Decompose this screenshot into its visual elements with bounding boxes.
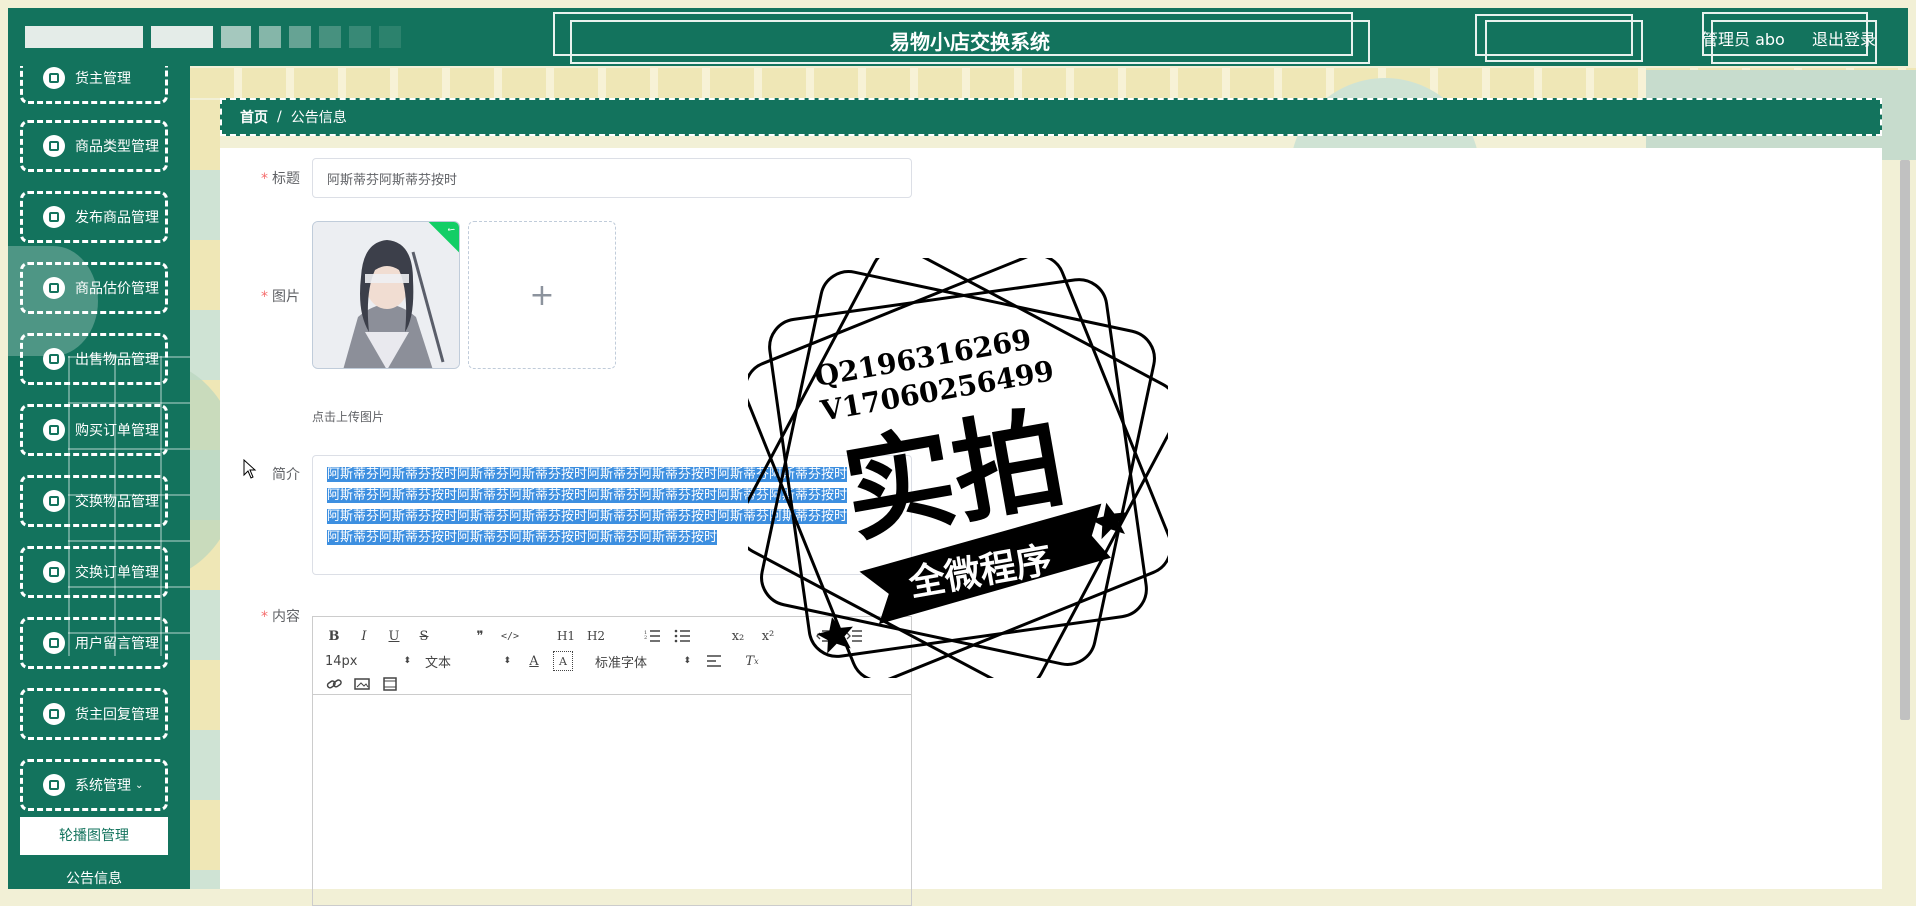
subscript-button[interactable]: x₂ [729, 627, 747, 645]
intro-label: 简介 [272, 467, 300, 483]
grid-icon [43, 419, 65, 441]
page-scrollbar[interactable] [1900, 160, 1910, 720]
sidebar-item-replies[interactable]: 货主回复管理 [20, 688, 168, 740]
plus-icon: + [529, 277, 555, 313]
sidebar-subitem-notice[interactable]: 公告信息 [20, 860, 168, 889]
watermark-stamp: Q2196316269 V17060256499 实拍 全微程序 [736, 246, 1180, 690]
upload-image-button[interactable]: + [468, 221, 616, 369]
sidebar-subitem-carousel[interactable]: 轮播图管理 [20, 817, 168, 855]
strike-button[interactable]: S [415, 627, 433, 645]
card-icon [43, 561, 65, 583]
sidebar-item-valuation[interactable]: 商品估价管理 [20, 262, 168, 314]
underline-button[interactable]: U [385, 627, 403, 645]
title-label: * 标题 [261, 171, 300, 187]
select-caret-icon: ⬍ [683, 656, 691, 666]
breadcrumb: 首页 / 公告信息 [220, 98, 1882, 136]
chart-icon [43, 206, 65, 228]
sidebar-item-exchange-orders[interactable]: 交换订单管理 [20, 546, 168, 598]
user-icon [43, 67, 65, 89]
sidebar-item-category[interactable]: 商品类型管理 [20, 120, 168, 172]
sidebar-item-label: 用户留言管理 [75, 636, 159, 652]
app-title: 易物小店交换系统 [890, 30, 1050, 54]
font-size-select[interactable]: 14px ⬍ [325, 654, 411, 669]
bold-button[interactable]: B [325, 627, 343, 645]
bullet-list-icon[interactable] [673, 627, 691, 645]
h2-button[interactable]: H2 [587, 627, 605, 645]
gear-icon [43, 774, 65, 796]
required-mark: * [261, 609, 268, 625]
header-frame-2 [1485, 20, 1643, 62]
align-icon[interactable] [705, 652, 723, 670]
sidebar-item-owner[interactable]: 货主管理 [20, 66, 168, 104]
sidebar-item-label: 货主回复管理 [75, 707, 159, 723]
sidebar-item-label: 发布商品管理 [75, 210, 159, 226]
sidebar-item-publish[interactable]: 发布商品管理 [20, 191, 168, 243]
code-button[interactable]: </> [501, 627, 519, 645]
required-mark: * [261, 171, 268, 187]
portrait-image [313, 222, 459, 368]
background-color-icon[interactable]: A [553, 651, 573, 671]
italic-button[interactable]: I [355, 627, 373, 645]
h1-button[interactable]: H1 [557, 627, 575, 645]
link-icon[interactable] [325, 675, 343, 693]
sidebar-item-label: 交换订单管理 [75, 565, 159, 581]
tag-icon [43, 135, 65, 157]
chevron-down-icon: ⌄ [135, 779, 144, 791]
sidebar: 货主管理 商品类型管理 发布商品管理 商品估价管理 出售物品管理 购买订单管理 … [8, 66, 190, 889]
required-mark: * [261, 289, 268, 305]
breadcrumb-current: 公告信息 [290, 110, 347, 126]
sidebar-item-label: 交换物品管理 [75, 494, 159, 510]
logo-placeholder [25, 26, 401, 48]
sidebar-item-system[interactable]: 系统管理 ⌄ [20, 759, 168, 811]
toolbar-row-3 [325, 675, 399, 693]
svg-text:2: 2 [644, 635, 647, 641]
breadcrumb-home[interactable]: 首页 [240, 107, 268, 127]
image-label: * 图片 [261, 289, 300, 305]
sidebar-item-exchange-goods[interactable]: 交换物品管理 [20, 475, 168, 527]
toolbar-row-2: 14px ⬍ 文本 ⬍ A A 标准字体 ⬍ Tx [325, 651, 761, 671]
stamp-graphic: Q2196316269 V17060256499 实拍 全微程序 [736, 246, 1180, 690]
sidebar-item-messages[interactable]: 用户留言管理 [20, 617, 168, 669]
sidebar-item-sale[interactable]: 出售物品管理 [20, 333, 168, 385]
logout-button[interactable]: 退出登录 [1812, 26, 1876, 50]
select-caret-icon: ⬍ [403, 656, 411, 666]
sidebar-item-label: 商品估价管理 [75, 281, 159, 297]
current-user-label: 管理员 abo [1702, 30, 1785, 49]
sidebar-item-label: 货主管理 [75, 71, 131, 87]
block-type-select[interactable]: 文本 ⬍ [425, 652, 511, 671]
sidebar-item-purchase-orders[interactable]: 购买订单管理 [20, 404, 168, 456]
sidebar-item-label: 系统管理 [75, 778, 131, 794]
bag-icon [43, 277, 65, 299]
font-family-select[interactable]: 标准字体 ⬍ [595, 652, 691, 671]
grid-icon [43, 703, 65, 725]
sidebar-item-label: 出售物品管理 [75, 352, 159, 368]
upload-tip: 点击上传图片 [312, 410, 385, 424]
sidebar-item-label: 购买订单管理 [75, 423, 159, 439]
top-navbar: 易物小店交换系统 管理员 abo 退出登录 [8, 8, 1908, 66]
mouse-cursor-icon [243, 459, 257, 479]
content-label: * 内容 [261, 609, 300, 625]
sidebar-item-label: 商品类型管理 [75, 139, 159, 155]
font-color-icon[interactable]: A [525, 652, 543, 670]
flag-icon [43, 348, 65, 370]
grid-icon [43, 632, 65, 654]
select-caret-icon: ⬍ [503, 656, 511, 666]
image-icon[interactable] [353, 675, 371, 693]
title-input[interactable] [312, 158, 912, 198]
video-icon[interactable] [381, 675, 399, 693]
intro-line: 阿斯蒂芬阿斯蒂芬按时阿斯蒂芬阿斯蒂芬按时阿斯蒂芬阿斯蒂芬按时 [327, 530, 718, 545]
blockquote-button[interactable]: ❞ [471, 627, 489, 645]
grid-icon [43, 490, 65, 512]
ordered-list-icon[interactable]: 12 [643, 627, 661, 645]
breadcrumb-separator: / [277, 109, 282, 125]
uploaded-image-thumbnail[interactable]: ✓ [312, 221, 460, 369]
